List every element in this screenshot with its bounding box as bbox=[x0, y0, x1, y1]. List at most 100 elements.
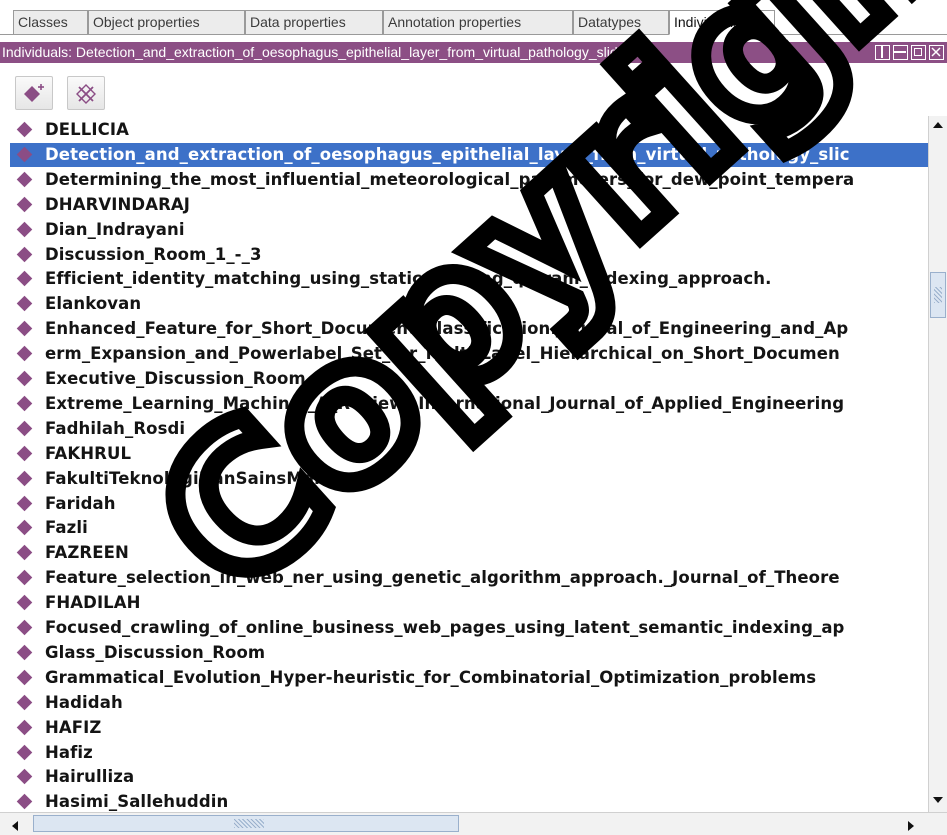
individual-icon bbox=[16, 370, 33, 387]
list-item-label: FAKHRUL bbox=[45, 443, 132, 463]
arrow-left-icon bbox=[12, 821, 18, 831]
list-item[interactable]: FAZREEN bbox=[10, 541, 928, 565]
individual-icon bbox=[16, 470, 33, 486]
individual-icon bbox=[16, 744, 33, 760]
list-item-label: Hadidah bbox=[45, 692, 123, 712]
list-item-label: Detection_and_extraction_of_oesophagus_e… bbox=[45, 144, 850, 164]
minimize-icon[interactable] bbox=[893, 45, 908, 60]
add-individual-button[interactable] bbox=[15, 76, 53, 110]
list-item[interactable]: FAKHRUL bbox=[10, 442, 928, 466]
list-item-label: HAFIZ bbox=[45, 717, 102, 737]
list-item[interactable]: Fazli bbox=[10, 516, 928, 540]
list-item[interactable]: FakultiTeknologiDanSainsMaklumat bbox=[10, 467, 928, 491]
scroll-up-button[interactable] bbox=[929, 116, 946, 133]
individuals-list[interactable]: DELLICIA Detection_and_extraction_of_oeso… bbox=[10, 116, 928, 812]
maximize-icon[interactable] bbox=[911, 45, 926, 60]
list-item[interactable]: FHADILAH bbox=[10, 591, 928, 615]
list-item[interactable]: Hadidah bbox=[10, 691, 928, 715]
list-item-label: Discussion_Room_1_-_3 bbox=[45, 244, 262, 264]
individual-icon bbox=[16, 569, 33, 586]
grip-icon bbox=[934, 287, 942, 303]
horizontal-scrollbar[interactable] bbox=[0, 812, 947, 835]
individual-icon bbox=[16, 545, 33, 561]
list-item[interactable]: Faridah bbox=[10, 492, 928, 516]
vertical-scroll-thumb[interactable] bbox=[930, 272, 946, 318]
list-item[interactable]: erm_Expansion_and_Powerlabel_Set_for_Mul… bbox=[10, 342, 928, 366]
list-item[interactable]: Efficient_identity_matching_using_static… bbox=[10, 267, 928, 291]
individual-icon bbox=[16, 420, 33, 437]
delete-individual-button[interactable] bbox=[67, 76, 105, 110]
tab-bar: Classes Object properties Data propertie… bbox=[0, 0, 947, 40]
list-item[interactable]: DHARVINDARAJ bbox=[10, 193, 928, 217]
list-item[interactable]: Hairulliza bbox=[10, 765, 928, 789]
list-item[interactable]: Glass_Discussion_Room bbox=[10, 641, 928, 665]
list-item[interactable]: Feature_selection_in_web_ner_using_genet… bbox=[10, 566, 928, 590]
individual-icon bbox=[16, 769, 33, 785]
list-item[interactable]: Enhanced_Feature_for_Short_Document_Clas… bbox=[10, 317, 928, 341]
individual-icon bbox=[16, 594, 33, 611]
scroll-right-button[interactable] bbox=[902, 815, 919, 832]
list-item-selected[interactable]: Detection_and_extraction_of_oesophagus_e… bbox=[10, 142, 928, 167]
tab-datatypes[interactable]: Datatypes bbox=[573, 10, 669, 35]
list-item-label: Efficient_identity_matching_using_static… bbox=[45, 269, 772, 289]
list-item[interactable]: Executive_Discussion_Room bbox=[10, 367, 928, 391]
individual-icon bbox=[16, 221, 33, 237]
individual-icon bbox=[16, 395, 33, 412]
tab-individuals[interactable]: Individuals bbox=[669, 10, 775, 35]
arrow-right-icon bbox=[908, 821, 914, 831]
vertical-scrollbar[interactable] bbox=[928, 116, 947, 812]
individual-icon bbox=[16, 644, 33, 661]
list-item[interactable]: Elankovan bbox=[10, 292, 928, 316]
list-item-label: erm_Expansion_and_Powerlabel_Set_for_Mul… bbox=[45, 344, 840, 364]
list-item-label: FHADILAH bbox=[45, 593, 141, 613]
individual-icon bbox=[16, 146, 33, 163]
arrow-down-icon bbox=[933, 797, 943, 803]
list-item-label: Hairulliza bbox=[45, 767, 135, 787]
list-item-label: Executive_Discussion_Room bbox=[45, 369, 306, 388]
scroll-down-button[interactable] bbox=[929, 791, 946, 808]
list-item-label: DELLICIA bbox=[45, 120, 129, 139]
tab-object-properties[interactable]: Object properties bbox=[88, 10, 245, 35]
tab-data-properties[interactable]: Data properties bbox=[245, 10, 383, 35]
close-icon[interactable] bbox=[929, 45, 944, 60]
scroll-left-button[interactable] bbox=[6, 815, 23, 832]
individual-icon bbox=[16, 271, 33, 287]
individual-icon bbox=[16, 520, 33, 536]
list-item-label: Fazli bbox=[45, 518, 88, 538]
list-item-label: Feature_selection_in_web_ner_using_genet… bbox=[45, 568, 840, 588]
individuals-toolbar bbox=[0, 65, 947, 116]
list-item-label: Faridah bbox=[45, 493, 116, 513]
list-item[interactable]: Extreme_Learning_Machine:_A_Review._Inte… bbox=[10, 392, 928, 416]
restore-icon[interactable] bbox=[875, 45, 890, 60]
list-item[interactable]: Fadhilah_Rosdi bbox=[10, 417, 928, 441]
grip-icon bbox=[234, 819, 264, 828]
individual-icon bbox=[16, 246, 33, 262]
list-item[interactable]: Discussion_Room_1_-_3 bbox=[10, 243, 928, 267]
horizontal-scroll-thumb[interactable] bbox=[33, 815, 459, 832]
individual-icon bbox=[16, 794, 33, 810]
list-item-label: Dian_Indrayani bbox=[45, 219, 185, 239]
individual-icon bbox=[16, 495, 33, 511]
list-item[interactable]: Determining_the_most_influential_meteoro… bbox=[10, 168, 928, 192]
list-item[interactable]: Dian_Indrayani bbox=[10, 218, 928, 242]
arrow-up-icon bbox=[933, 122, 943, 128]
individual-icon bbox=[16, 121, 33, 138]
list-item[interactable]: Hasimi_Sallehuddin bbox=[10, 790, 928, 812]
individual-icon bbox=[16, 719, 33, 735]
list-item[interactable]: HAFIZ bbox=[10, 716, 928, 740]
tab-annotation-properties[interactable]: Annotation properties bbox=[383, 10, 573, 35]
list-item-label: Hasimi_Sallehuddin bbox=[45, 792, 229, 812]
panel-title: Individuals: Detection_and_extraction_of… bbox=[2, 44, 633, 60]
list-item[interactable]: Grammatical_Evolution_Hyper-heuristic_fo… bbox=[10, 666, 928, 690]
list-item-label: Grammatical_Evolution_Hyper-heuristic_fo… bbox=[45, 667, 817, 687]
list-item[interactable]: Hafiz bbox=[10, 741, 928, 765]
list-item-label: DHARVINDARAJ bbox=[45, 194, 190, 214]
window-buttons bbox=[875, 45, 944, 60]
list-item[interactable]: DELLICIA bbox=[10, 118, 928, 142]
list-item-label: Glass_Discussion_Room bbox=[45, 642, 266, 662]
list-item-label: Focused_crawling_of_online_business_web_… bbox=[45, 618, 845, 637]
tab-classes[interactable]: Classes bbox=[13, 10, 88, 35]
individual-icon bbox=[16, 445, 33, 461]
list-item[interactable]: Focused_crawling_of_online_business_web_… bbox=[10, 616, 928, 640]
individual-icon bbox=[16, 171, 33, 188]
